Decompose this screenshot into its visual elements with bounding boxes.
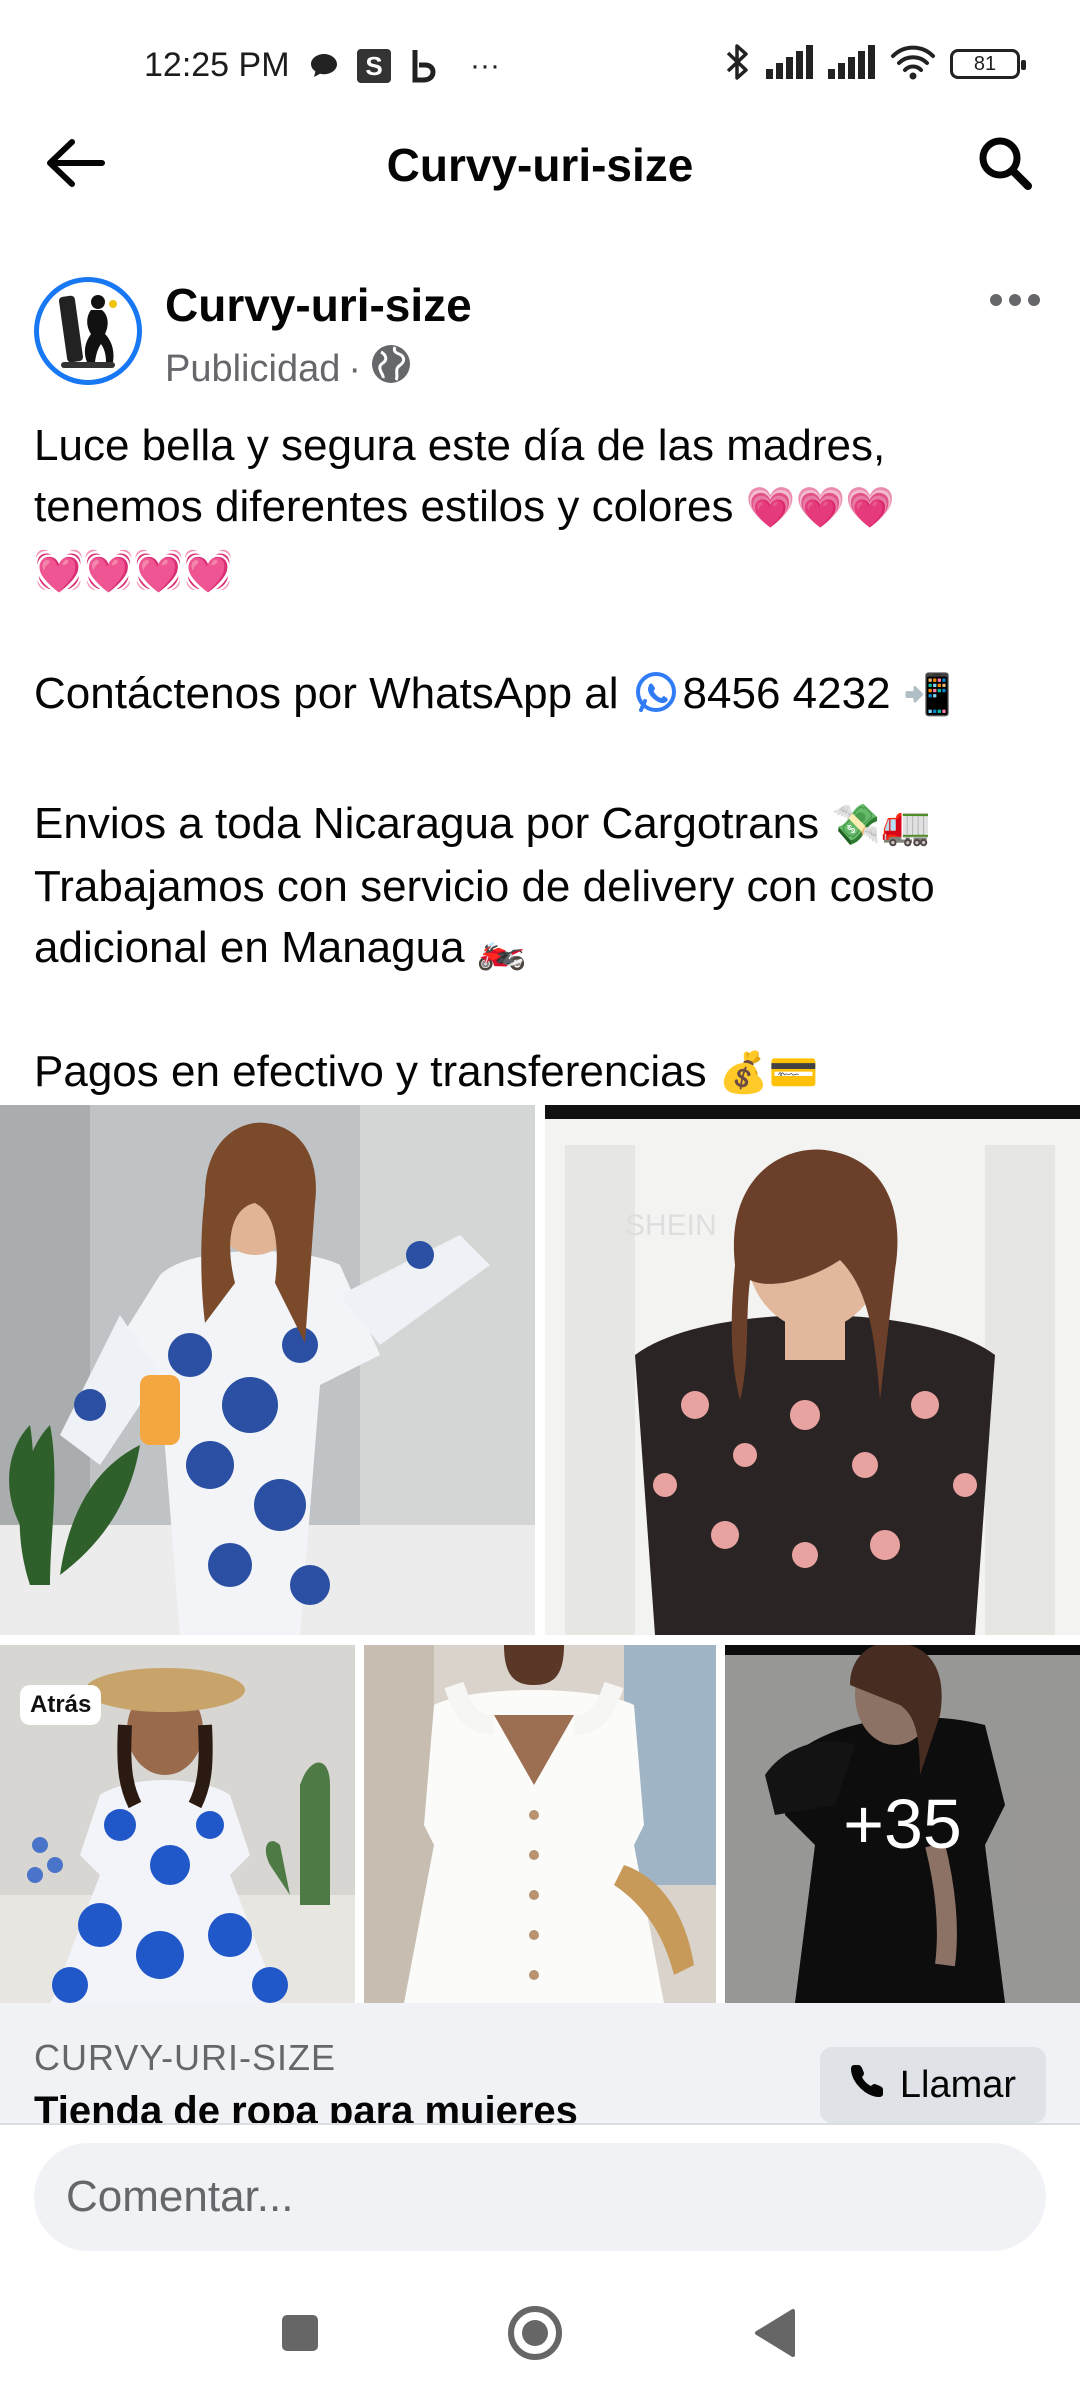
back-view-badge: Atrás bbox=[20, 1685, 102, 1725]
money-truck-emoji: 💸🚛 bbox=[831, 803, 931, 847]
status-ellipsis: ··· bbox=[470, 49, 500, 82]
signal-icon bbox=[828, 44, 876, 84]
heart-emoji: 💗💗💗 bbox=[745, 486, 896, 530]
system-navbar bbox=[0, 2280, 1080, 2380]
photo-3[interactable]: Atrás bbox=[0, 1645, 355, 2003]
square-icon bbox=[280, 2313, 320, 2358]
post-line: Luce bella y segura este día de las madr… bbox=[34, 421, 886, 470]
phone-number[interactable]: 8456 4232 bbox=[683, 669, 891, 718]
s-app-icon: S bbox=[356, 46, 392, 86]
b-app-icon bbox=[410, 46, 438, 86]
whatsapp-icon bbox=[633, 670, 679, 732]
motorcycle-emoji: 🏍️ bbox=[476, 927, 527, 971]
call-label: Llamar bbox=[899, 2063, 1017, 2106]
post-text: Luce bella y segura este día de las madr… bbox=[34, 415, 1054, 1104]
status-right-group: 81 bbox=[724, 42, 1026, 87]
search-button[interactable] bbox=[970, 130, 1040, 200]
cta-bar[interactable]: CURVY-URI-SIZE Tienda de ropa para mujer… bbox=[0, 2003, 1080, 2123]
comment-box bbox=[34, 2143, 1046, 2251]
photo-2[interactable]: SHEIN bbox=[545, 1105, 1080, 1635]
back-nav-button[interactable] bbox=[740, 2300, 810, 2370]
more-photos-count: +35 bbox=[843, 1785, 962, 1863]
photo-5[interactable]: +35 bbox=[725, 1645, 1080, 2003]
page-title: Curvy-uri-size bbox=[386, 139, 694, 191]
post-line: 💓💓💓💓 bbox=[34, 539, 1054, 602]
post-line: Trabajamos con servicio de delivery con … bbox=[34, 862, 935, 911]
cta-headline: Tienda de ropa para mujeres bbox=[34, 2089, 578, 2123]
recents-button[interactable] bbox=[265, 2300, 335, 2370]
phone-icon bbox=[850, 2062, 886, 2108]
heart-emoji: 💓💓💓💓 bbox=[34, 549, 234, 593]
sponsored-label: Publicidad bbox=[165, 347, 341, 390]
post-line: adicional en Managua 🏍️ bbox=[34, 923, 527, 972]
message-icon bbox=[308, 46, 340, 86]
globe-icon bbox=[369, 342, 413, 396]
home-circle-icon bbox=[506, 2304, 564, 2367]
svg-text:S: S bbox=[365, 51, 382, 81]
comment-input[interactable] bbox=[34, 2143, 1046, 2251]
signal-icon bbox=[766, 44, 814, 84]
home-button[interactable] bbox=[500, 2300, 570, 2370]
search-icon bbox=[976, 134, 1034, 197]
status-time: 12:25 PM bbox=[144, 46, 290, 84]
page-name[interactable]: Curvy-uri-size bbox=[165, 278, 472, 332]
call-button[interactable]: Llamar bbox=[820, 2047, 1046, 2123]
post-line: tenemos diferentes estilos y colores 💗💗💗 bbox=[34, 482, 896, 531]
mobile-emoji: 📲 bbox=[902, 673, 953, 717]
sponsored-row: Publicidad · bbox=[165, 342, 413, 396]
more-options-button[interactable] bbox=[980, 275, 1050, 325]
photo-1[interactable] bbox=[0, 1105, 535, 1635]
more-photos-overlay[interactable]: +35 bbox=[725, 1645, 1080, 2003]
wifi-icon bbox=[890, 44, 936, 85]
top-navbar: Curvy-uri-size bbox=[0, 120, 1080, 210]
page-avatar[interactable] bbox=[34, 277, 142, 385]
battery-icon: 81 bbox=[950, 49, 1026, 79]
photo-grid: SHEIN Atrás +35 bbox=[0, 1105, 1080, 2003]
bluetooth-icon bbox=[724, 42, 752, 87]
dot-separator: · bbox=[348, 347, 361, 390]
cta-caption: CURVY-URI-SIZE bbox=[34, 2037, 337, 2078]
money-card-emoji: 💰💳 bbox=[718, 1051, 819, 1095]
divider bbox=[0, 2123, 1080, 2125]
post-line: Pagos en efectivo y transferencias 💰💳 bbox=[34, 1047, 819, 1096]
post-line: Envios a toda Nicaragua por Cargotrans 💸… bbox=[34, 799, 931, 848]
triangle-back-icon bbox=[753, 2308, 797, 2363]
status-bar: 12:25 PM S ··· 81 bbox=[0, 0, 1080, 130]
photo-4[interactable] bbox=[364, 1645, 716, 2003]
post-line: Contáctenos por WhatsApp al 8456 4232 📲 bbox=[34, 663, 1054, 732]
photo-watermark: SHEIN bbox=[625, 1209, 717, 1242]
